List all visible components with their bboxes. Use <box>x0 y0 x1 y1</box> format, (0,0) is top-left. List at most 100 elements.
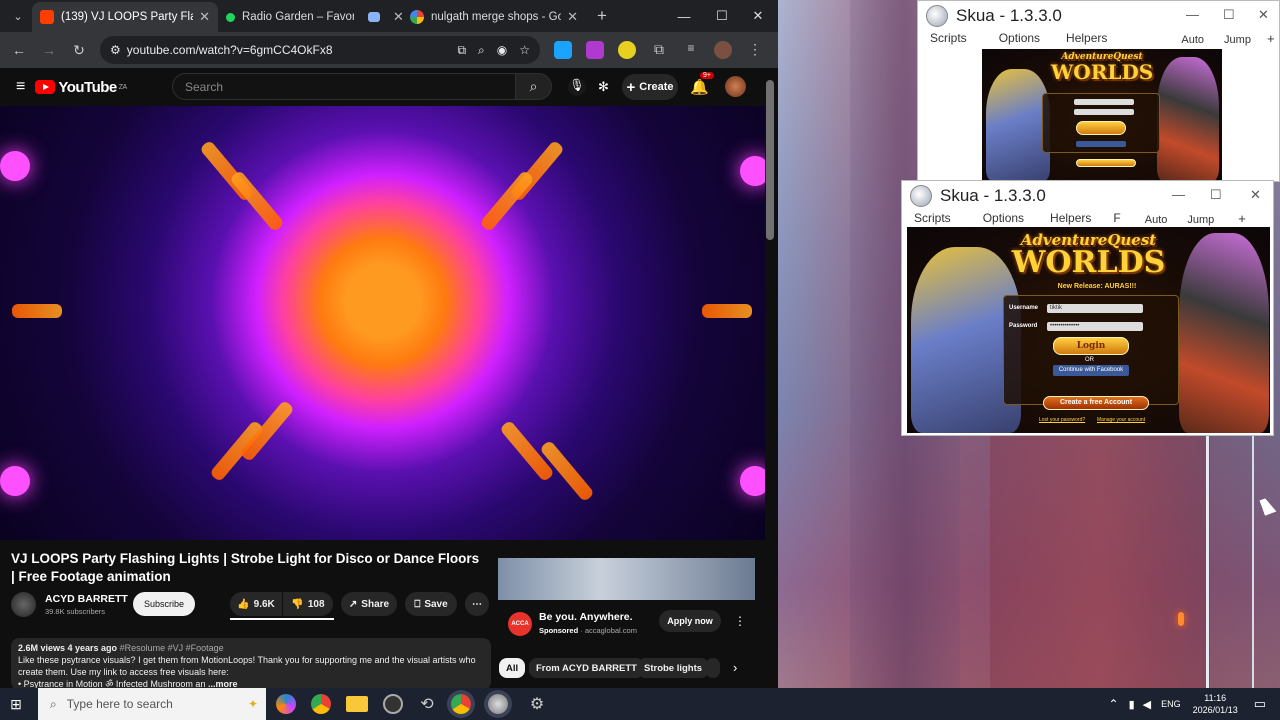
eye-off-icon[interactable]: ◉ <box>497 43 507 57</box>
share-button[interactable]: ↗ Share <box>341 592 397 616</box>
hashtags[interactable]: #Resolume #VJ #Footage <box>120 643 224 653</box>
login-button[interactable] <box>1076 121 1126 135</box>
notifications-icon[interactable]: ▭ <box>1254 696 1266 712</box>
chrome-icon[interactable] <box>311 694 331 714</box>
chevron-up-icon[interactable]: ⌃ <box>1109 697 1119 711</box>
minimize-icon[interactable]: — <box>1172 187 1185 202</box>
address-bar[interactable]: ⚙ youtube.com/watch?v=6gmCC4OkFx8 ⧉ ⌕ ◉ … <box>100 36 540 64</box>
tab-google[interactable]: nulgath merge shops - Google ✕ <box>402 2 586 32</box>
minimize-icon[interactable]: — <box>1186 7 1199 22</box>
maximize-icon[interactable]: ☐ <box>1223 7 1235 23</box>
chip-all[interactable]: All <box>499 658 526 678</box>
start-button[interactable]: ⊞ <box>0 688 32 720</box>
maximize-icon[interactable]: ☐ <box>1210 187 1222 203</box>
search-input[interactable]: Search <box>172 73 516 100</box>
menu-auto[interactable]: Auto <box>1181 34 1204 49</box>
close-icon[interactable]: ✕ <box>1258 7 1269 23</box>
lost-password-link[interactable]: Lost your password? <box>1039 417 1085 423</box>
notifications-bell-icon[interactable]: 🔔 <box>690 78 709 96</box>
game-canvas[interactable]: AdventureQuest WORLDS <box>982 49 1222 181</box>
skua-app-icon[interactable] <box>488 694 508 714</box>
like-button[interactable]: 👍 9.6K <box>230 592 282 616</box>
network-icon[interactable]: ▮ <box>1129 698 1135 711</box>
game-canvas[interactable]: AdventureQuest WORLDS New Release: AURAS… <box>907 227 1270 433</box>
menu-helpers[interactable]: Helpers <box>1066 31 1107 49</box>
chevron-right-icon[interactable]: › <box>733 660 737 675</box>
close-icon[interactable]: ✕ <box>1250 187 1261 203</box>
username-field[interactable]: tiktik <box>1047 304 1143 313</box>
menu-jump[interactable]: Jump <box>1224 34 1251 49</box>
more-link[interactable]: ...more <box>208 679 238 688</box>
apply-now-button[interactable]: Apply now <box>659 610 721 632</box>
chip-from-channel[interactable]: From ACYD BARRETT <box>529 658 644 678</box>
menu-add[interactable]: + <box>1267 31 1275 49</box>
profile-avatar[interactable] <box>714 41 732 59</box>
minimize-icon[interactable]: — <box>666 0 702 32</box>
tab-search-button[interactable]: ⌄ <box>4 2 32 30</box>
file-explorer-icon[interactable] <box>346 696 368 712</box>
language-indicator[interactable]: ENG <box>1161 699 1181 709</box>
password-field[interactable] <box>1074 109 1134 115</box>
password-field[interactable]: •••••••••••••• <box>1047 322 1143 331</box>
copilot-icon[interactable] <box>276 694 296 714</box>
extension-icon[interactable] <box>586 41 604 59</box>
maximize-icon[interactable]: ☐ <box>704 0 740 32</box>
save-button[interactable]: ⎕ Save <box>405 592 457 616</box>
video-player[interactable] <box>0 106 765 540</box>
channel-avatar[interactable] <box>11 592 36 617</box>
install-icon[interactable]: ⧉ <box>457 43 466 58</box>
settings-gear-icon[interactable]: ⚙ <box>523 690 551 718</box>
close-window-icon[interactable]: ✕ <box>740 0 776 32</box>
create-account-button[interactable] <box>1076 159 1136 167</box>
dislike-button[interactable]: 👎 108 <box>283 592 333 616</box>
forward-icon[interactable]: → <box>36 37 62 63</box>
chip-strobe-lights[interactable]: Strobe lights <box>637 658 710 678</box>
scrollbar-thumb[interactable] <box>766 80 774 240</box>
close-tab-icon[interactable]: ✕ <box>567 9 578 25</box>
youtube-logo[interactable]: YouTube ZA <box>35 79 127 96</box>
taskbar-search-box[interactable]: ⌕ Type here to search ✦ <box>38 688 266 720</box>
username-field[interactable] <box>1074 99 1134 105</box>
manage-account-link[interactable]: Manage your account <box>1097 417 1145 423</box>
close-tab-icon[interactable]: ✕ <box>393 9 402 25</box>
more-actions-button[interactable]: ⋯ <box>465 592 489 616</box>
tab-radio-garden[interactable]: Radio Garden – Favorites <box>218 2 362 32</box>
chip-partial[interactable] <box>706 658 720 678</box>
facebook-button[interactable]: Continue with Facebook <box>1053 365 1129 376</box>
login-button[interactable]: Login <box>1053 337 1129 355</box>
reload-icon[interactable]: ↻ <box>66 37 92 63</box>
tab-youtube[interactable]: (139) VJ LOOPS Party Flashing L ✕ <box>32 2 218 32</box>
puzzle-extensions-icon[interactable]: ⧉ <box>650 41 668 59</box>
extension-icon[interactable] <box>618 41 636 59</box>
create-account-button[interactable]: Create a free Account <box>1043 396 1149 410</box>
app-icon[interactable] <box>383 694 403 714</box>
avatar[interactable] <box>725 76 746 97</box>
ad-banner-image[interactable] <box>498 558 755 600</box>
menu-options[interactable]: Options <box>999 31 1040 49</box>
tab-collapsed[interactable]: ✕ <box>362 2 402 32</box>
close-tab-icon[interactable]: ✕ <box>199 9 210 25</box>
media-control-icon[interactable]: ≡ <box>682 41 700 59</box>
new-tab-button[interactable]: + <box>588 2 616 30</box>
bookmark-star-icon[interactable]: ☆ <box>519 43 530 57</box>
description-box[interactable]: 2.6M views 4 years ago #Resolume #VJ #Fo… <box>11 638 491 688</box>
more-menu-icon[interactable]: ⋮ <box>746 41 764 59</box>
hamburger-menu-icon[interactable]: ≡ <box>16 78 25 96</box>
ad-menu-icon[interactable]: ⋮ <box>734 614 746 628</box>
facebook-button[interactable] <box>1076 141 1126 147</box>
create-button[interactable]: + Create <box>622 74 678 100</box>
ad-title[interactable]: Be you. Anywhere. <box>539 611 633 623</box>
menu-scripts[interactable]: Scripts <box>930 31 967 49</box>
translate-extension-icon[interactable] <box>554 41 572 59</box>
zoom-icon[interactable]: ⌕ <box>478 43 485 58</box>
volume-icon[interactable]: ◀ <box>1143 698 1151 711</box>
site-info-icon[interactable]: ⚙ <box>110 43 121 57</box>
chrome-active-icon[interactable] <box>451 694 471 714</box>
back-icon[interactable]: ← <box>6 37 32 63</box>
game-view[interactable]: AdventureQuest WORLDS <box>918 49 1279 181</box>
search-button[interactable]: ⌕ <box>516 73 552 100</box>
cast-icon[interactable]: ✻ <box>598 79 609 95</box>
channel-name[interactable]: ACYD BARRETT <box>45 593 128 605</box>
voice-search-icon[interactable]: 🎙 <box>568 78 586 96</box>
clock[interactable]: 11:16 2026/01/13 <box>1193 692 1238 716</box>
